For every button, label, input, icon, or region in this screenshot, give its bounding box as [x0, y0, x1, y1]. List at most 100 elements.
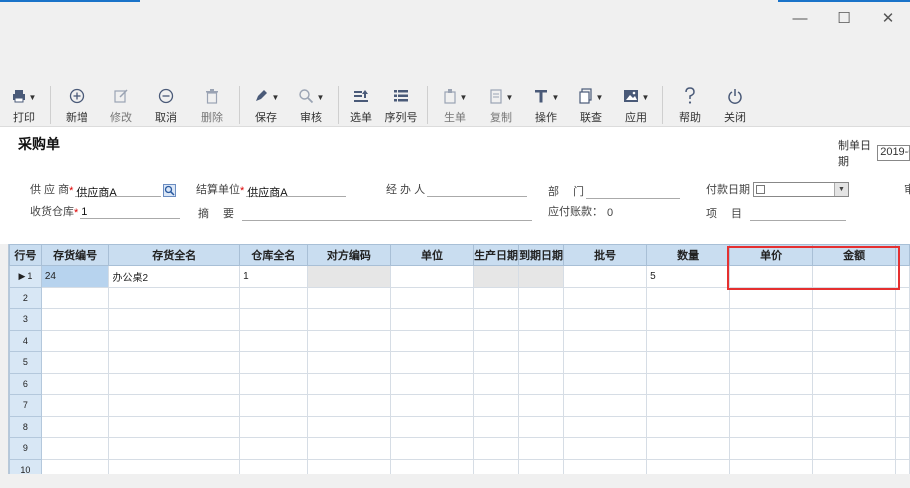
- grid-cell[interactable]: [729, 458, 814, 474]
- grid-cell[interactable]: [563, 415, 648, 438]
- help-button[interactable]: 帮助: [667, 84, 713, 126]
- grid-cell[interactable]: [812, 265, 897, 288]
- grid-cell[interactable]: [239, 329, 308, 352]
- handler-input[interactable]: [427, 184, 528, 197]
- grid-cell[interactable]: [812, 415, 897, 438]
- grid-cell[interactable]: [812, 394, 897, 417]
- column-header[interactable]: 生产日期: [473, 244, 520, 266]
- grid-cell[interactable]: [306, 372, 392, 395]
- query-button[interactable]: ▼ 联查: [568, 84, 614, 126]
- grid-cell[interactable]: [473, 394, 520, 417]
- grid-cell[interactable]: [518, 372, 565, 395]
- grid-cell[interactable]: [108, 308, 241, 331]
- column-header[interactable]: 对方编码: [306, 244, 392, 266]
- grid-cell[interactable]: [729, 329, 814, 352]
- grid-cell[interactable]: [40, 437, 110, 460]
- grid-cell[interactable]: [306, 415, 392, 438]
- grid-cell[interactable]: [646, 415, 731, 438]
- column-header[interactable]: 金额: [812, 244, 897, 266]
- grid-cell[interactable]: [473, 458, 520, 474]
- grid-cell[interactable]: [108, 437, 241, 460]
- select-button[interactable]: 选单: [343, 84, 379, 126]
- grid-cell[interactable]: [518, 415, 565, 438]
- column-header[interactable]: 单位: [390, 244, 475, 266]
- grid-cell[interactable]: [306, 308, 392, 331]
- supplier-input[interactable]: 供应商A: [75, 184, 162, 199]
- bottom-scroll-area[interactable]: [0, 474, 910, 488]
- grid-cell[interactable]: [812, 437, 897, 460]
- grid-cell[interactable]: [473, 437, 520, 460]
- grid-cell[interactable]: [40, 458, 110, 474]
- grid-cell[interactable]: [390, 458, 475, 474]
- table-row[interactable]: 2: [9, 286, 910, 309]
- grid-cell[interactable]: [239, 458, 308, 474]
- grid-cell[interactable]: [239, 394, 308, 417]
- grid-cell[interactable]: [646, 351, 731, 374]
- grid-cell[interactable]: [40, 394, 110, 417]
- grid-cell[interactable]: [306, 458, 392, 474]
- grid-cell[interactable]: [563, 437, 648, 460]
- grid-cell[interactable]: [563, 458, 648, 474]
- print-button[interactable]: ▼ 打印: [2, 84, 46, 126]
- grid-cell[interactable]: [473, 329, 520, 352]
- grid-cell[interactable]: [473, 372, 520, 395]
- grid-cell[interactable]: [473, 265, 520, 288]
- grid-cell[interactable]: [518, 458, 565, 474]
- grid-cell[interactable]: [812, 351, 897, 374]
- edit-button[interactable]: 修改: [99, 84, 143, 126]
- grid-cell[interactable]: [390, 329, 475, 352]
- grid-cell[interactable]: 1: [239, 265, 308, 288]
- grid-cell[interactable]: [306, 329, 392, 352]
- grid-cell[interactable]: [40, 415, 110, 438]
- grid-cell[interactable]: [390, 308, 475, 331]
- grid-cell[interactable]: [729, 372, 814, 395]
- chevron-down-icon[interactable]: ▼: [642, 93, 650, 102]
- grid-cell[interactable]: [390, 394, 475, 417]
- grid-cell[interactable]: [40, 308, 110, 331]
- column-header[interactable]: 单价: [729, 244, 814, 266]
- grid-cell[interactable]: [812, 372, 897, 395]
- grid-cell[interactable]: [729, 415, 814, 438]
- grid-cell[interactable]: [646, 308, 731, 331]
- table-row[interactable]: 4: [9, 329, 910, 352]
- chevron-down-icon[interactable]: ▼: [596, 93, 604, 102]
- grid-cell[interactable]: [239, 351, 308, 374]
- save-button[interactable]: ▼ 保存: [244, 84, 288, 126]
- chevron-down-icon[interactable]: ▼: [552, 93, 560, 102]
- supplier-lookup-icon[interactable]: [163, 184, 177, 197]
- grid-cell[interactable]: [563, 265, 648, 288]
- grid-cell[interactable]: [108, 286, 241, 309]
- grid-cell[interactable]: [646, 458, 731, 474]
- table-row[interactable]: 5: [9, 351, 910, 374]
- grid-cell[interactable]: [390, 286, 475, 309]
- chevron-down-icon[interactable]: ▼: [272, 93, 280, 102]
- grid-cell[interactable]: [563, 308, 648, 331]
- close-button[interactable]: 关闭: [713, 84, 757, 126]
- column-header[interactable]: 存货编号: [40, 244, 110, 266]
- apply-button[interactable]: ▼ 应用: [614, 84, 658, 126]
- grid-cell[interactable]: [563, 394, 648, 417]
- chevron-down-icon[interactable]: ▼: [460, 93, 468, 102]
- grid-cell[interactable]: [239, 286, 308, 309]
- grid-cell[interactable]: [518, 437, 565, 460]
- generate-button[interactable]: ▼ 生单: [432, 84, 478, 126]
- grid-cell[interactable]: [646, 329, 731, 352]
- grid-cell[interactable]: [812, 286, 897, 309]
- department-input[interactable]: [586, 186, 681, 199]
- warehouse-input[interactable]: 1: [80, 206, 181, 219]
- grid-cell[interactable]: [40, 372, 110, 395]
- grid-cell[interactable]: 办公桌2: [108, 265, 241, 288]
- grid-cell[interactable]: [473, 415, 520, 438]
- copy-button[interactable]: ▼ 复制: [478, 84, 524, 126]
- grid-cell[interactable]: [729, 286, 814, 309]
- table-row[interactable]: 7: [9, 394, 910, 417]
- grid-cell[interactable]: [729, 351, 814, 374]
- grid-cell[interactable]: [646, 286, 731, 309]
- grid-cell[interactable]: [306, 394, 392, 417]
- grid-cell[interactable]: [108, 372, 241, 395]
- table-row[interactable]: 8: [9, 415, 910, 438]
- chevron-down-icon[interactable]: ▼: [506, 93, 514, 102]
- grid-cell[interactable]: [473, 286, 520, 309]
- chevron-down-icon[interactable]: ▼: [317, 93, 325, 102]
- grid-cell[interactable]: [518, 286, 565, 309]
